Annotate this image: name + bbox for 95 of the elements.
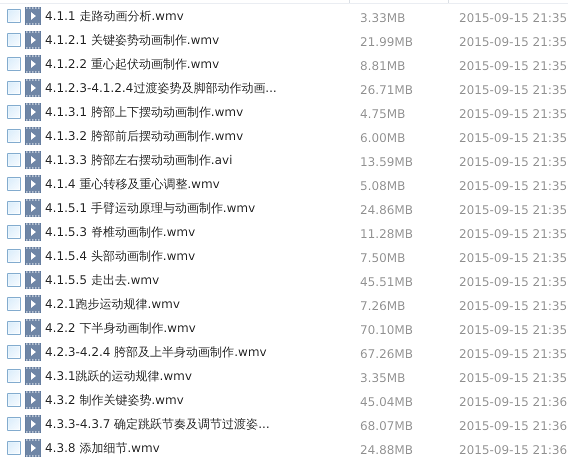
file-size: 11.28MB	[360, 226, 413, 240]
video-file-icon	[25, 103, 41, 121]
file-name: 4.1.5.3 脊椎动画制作.wmv	[45, 224, 196, 240]
file-name: 4.3.2 制作关键姿势.wmv	[45, 392, 184, 408]
modified-date: 2015-09-15 21:35	[459, 82, 568, 96]
file-size: 70.10MB	[360, 322, 413, 336]
file-size: 8.81MB	[360, 58, 406, 72]
checkbox[interactable]	[7, 129, 21, 143]
checkbox[interactable]	[7, 297, 21, 311]
file-name: 4.2.3-4.2.4 胯部及上半身动画制作.wmv	[45, 344, 267, 360]
video-file-icon	[25, 367, 41, 385]
video-file-icon	[25, 151, 41, 169]
modified-date: 2015-09-15 21:35	[459, 130, 568, 144]
file-name: 4.1.5.5 走出去.wmv	[45, 272, 160, 288]
modified-date: 2015-09-15 21:36	[459, 442, 568, 456]
file-name: 4.1.5.1 手臂运动原理与动画制作.wmv	[45, 200, 256, 216]
file-name: 4.1.1 走路动画分析.wmv	[45, 8, 184, 24]
video-file-icon	[25, 223, 41, 241]
file-size: 45.51MB	[360, 274, 413, 288]
checkbox[interactable]	[7, 201, 21, 215]
modified-date: 2015-09-15 21:35	[459, 298, 568, 312]
file-size: 24.88MB	[360, 442, 413, 456]
file-size: 67.26MB	[360, 346, 413, 360]
modified-date: 2015-09-15 21:35	[459, 250, 568, 264]
checkbox[interactable]	[7, 393, 21, 407]
modified-date: 2015-09-15 21:35	[459, 202, 568, 216]
file-size: 4.75MB	[360, 106, 406, 120]
file-size: 7.50MB	[360, 250, 406, 264]
video-file-icon	[25, 271, 41, 289]
checkbox[interactable]	[7, 81, 21, 95]
modified-date: 2015-09-15 21:35	[459, 10, 568, 24]
file-size: 21.99MB	[360, 34, 413, 48]
video-file-icon	[25, 79, 41, 97]
checkbox[interactable]	[7, 369, 21, 383]
checkbox[interactable]	[7, 441, 21, 455]
modified-date: 2015-09-15 21:35	[459, 106, 568, 120]
modified-date: 2015-09-15 21:36	[459, 394, 568, 408]
file-name: 4.1.2.3-4.1.2.4过渡姿势及脚部动作动画...	[45, 80, 277, 96]
video-file-icon	[25, 199, 41, 217]
file-name: 4.3.8 添加细节.wmv	[45, 440, 160, 456]
modified-date: 2015-09-15 21:35	[459, 34, 568, 48]
modified-date: 2015-09-15 21:35	[459, 226, 568, 240]
file-size: 3.33MB	[360, 10, 406, 24]
video-file-icon	[25, 439, 41, 457]
video-file-icon	[25, 415, 41, 433]
file-name: 4.2.1跑步运动规律.wmv	[45, 296, 180, 312]
checkbox[interactable]	[7, 345, 21, 359]
file-name: 4.2.2 下半身动画制作.wmv	[45, 320, 196, 336]
file-size: 13.59MB	[360, 154, 413, 168]
checkbox[interactable]	[7, 249, 21, 263]
file-size: 6.00MB	[360, 130, 406, 144]
file-name: 4.1.2.2 重心起伏动画制作.wmv	[45, 56, 220, 72]
video-file-icon	[25, 343, 41, 361]
checkbox[interactable]	[7, 153, 21, 167]
video-file-icon	[25, 295, 41, 313]
file-name: 4.1.2.1 关键姿势动画制作.wmv	[45, 32, 220, 48]
modified-date: 2015-09-15 21:35	[459, 370, 568, 384]
file-size: 24.86MB	[360, 202, 413, 216]
checkbox[interactable]	[7, 321, 21, 335]
video-file-icon	[25, 319, 41, 337]
checkbox[interactable]	[7, 33, 21, 47]
modified-date: 2015-09-15 21:35	[459, 154, 568, 168]
file-name: 4.1.3.1 胯部上下摆动动画制作.wmv	[45, 104, 244, 120]
modified-date: 2015-09-15 21:35	[459, 178, 568, 192]
file-size: 3.35MB	[360, 370, 406, 384]
modified-date: 2015-09-15 21:35	[459, 346, 568, 360]
modified-date: 2015-09-15 21:35	[459, 274, 568, 288]
modified-date: 2015-09-15 21:35	[459, 322, 568, 336]
video-file-icon	[25, 391, 41, 409]
file-name: 4.1.4 重心转移及重心调整.wmv	[45, 176, 220, 192]
file-size: 5.08MB	[360, 178, 406, 192]
modified-date: 2015-09-15 21:35	[459, 58, 568, 72]
checkbox[interactable]	[7, 105, 21, 119]
checkbox[interactable]	[7, 273, 21, 287]
file-name: 4.1.3.2 胯部前后摆动动画制作.wmv	[45, 128, 244, 144]
file-size: 7.26MB	[360, 298, 406, 312]
file-name: 4.3.1跳跃的运动规律.wmv	[45, 368, 192, 384]
video-file-icon	[25, 247, 41, 265]
video-file-icon	[25, 31, 41, 49]
video-file-icon	[25, 7, 41, 25]
video-file-icon	[25, 175, 41, 193]
checkbox[interactable]	[7, 177, 21, 191]
file-size: 45.04MB	[360, 394, 413, 408]
modified-date: 2015-09-15 21:36	[459, 418, 568, 432]
file-name: 4.1.3.3 胯部左右摆动动画制作.avi	[45, 152, 232, 168]
checkbox[interactable]	[7, 225, 21, 239]
file-size: 68.07MB	[360, 418, 413, 432]
video-file-icon	[25, 127, 41, 145]
checkbox[interactable]	[7, 57, 21, 71]
file-name: 4.3.3-4.3.7 确定跳跃节奏及调节过渡姿...	[45, 416, 270, 432]
checkbox[interactable]	[7, 417, 21, 431]
checkbox[interactable]	[7, 9, 21, 23]
file-size: 26.71MB	[360, 82, 413, 96]
video-file-icon	[25, 55, 41, 73]
file-name: 4.1.5.4 头部动画制作.wmv	[45, 248, 196, 264]
